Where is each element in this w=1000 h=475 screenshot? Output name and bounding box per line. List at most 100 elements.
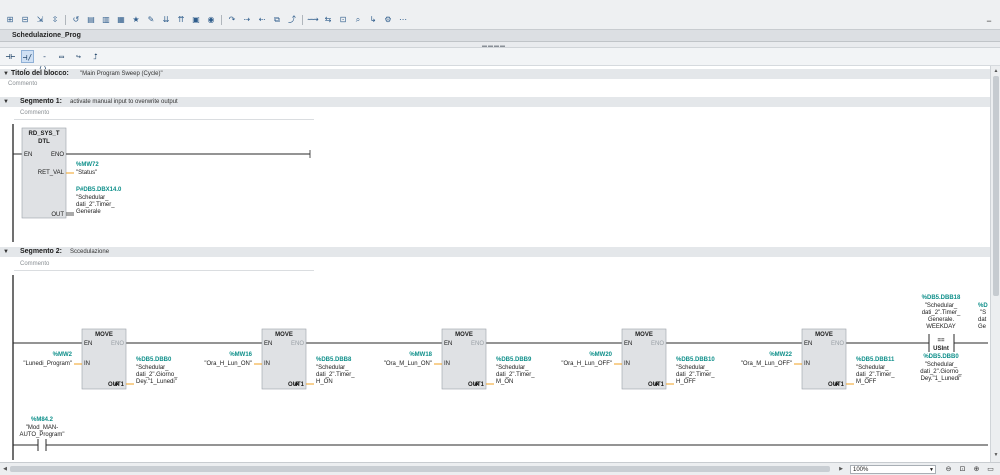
- star-icon: ✱: [654, 381, 659, 388]
- out-tag-line1[interactable]: "Schedular_: [676, 365, 709, 371]
- move-block-name: MOVE: [95, 332, 113, 338]
- contact-tag-line1[interactable]: "Mod_MAN-: [26, 425, 58, 431]
- out-tag-line2[interactable]: dati_2".Timer_: [316, 372, 355, 378]
- move-block-box[interactable]: [81, 328, 127, 390]
- compare-contact[interactable]: == USInt %DB5.DBB18 "Schedular_ dati_2".…: [920, 295, 988, 382]
- out-tag-line3[interactable]: H_ON: [316, 379, 333, 385]
- scroll-up-icon[interactable]: ▲: [993, 68, 999, 74]
- out-tag-line1[interactable]: "Schedular_: [76, 195, 109, 201]
- zoom-out-icon[interactable]: ⊖: [944, 465, 953, 474]
- in-tag[interactable]: "Ora_H_Lun_ON": [204, 361, 252, 367]
- contact-address[interactable]: %M84.2: [31, 417, 54, 423]
- move-block[interactable]: MOVE EN ENO IN OUT1 ✱ %MW22 "Ora_M_Lun_O…: [741, 328, 896, 390]
- move-block[interactable]: MOVE EN ENO IN OUT1 ✱ %MW2 "Lunedi_Progr…: [23, 328, 178, 390]
- out-tag-line2[interactable]: dati_2".Timer_: [676, 372, 715, 378]
- pin-in: IN: [264, 361, 270, 367]
- zoom-fit-icon[interactable]: ⊡: [958, 465, 967, 474]
- move-block-name: MOVE: [275, 332, 293, 338]
- scroll-left-icon[interactable]: ◀: [2, 466, 8, 472]
- pin-in: IN: [624, 361, 630, 367]
- out-tag-line3[interactable]: Dey."1_Lunedi": [136, 379, 177, 385]
- compare-top-tag-line2[interactable]: dati_2".Timer_: [922, 310, 961, 316]
- move-block[interactable]: MOVE EN ENO IN OUT1 ✱ %MW16 "Ora_H_Lun_O…: [204, 328, 355, 390]
- zoom-select[interactable]: 100% ▼: [850, 465, 936, 474]
- pin-en: EN: [24, 152, 32, 158]
- out-tag-line1[interactable]: "Schedular_: [496, 365, 529, 371]
- out-tag-line1[interactable]: "Schedular_: [136, 365, 169, 371]
- compare-top-tag-line1[interactable]: "Schedular_: [925, 303, 958, 309]
- move-block-box[interactable]: [801, 328, 847, 390]
- ret-val-tag[interactable]: "Status": [76, 170, 97, 176]
- chevron-down-icon[interactable]: ▼: [929, 466, 934, 474]
- scroll-right-icon[interactable]: ▶: [838, 466, 844, 472]
- compare-top-tag-line4[interactable]: WEEKDAY: [926, 324, 956, 330]
- in-tag[interactable]: "Ora_H_Lun_OFF": [561, 361, 612, 367]
- compare-bottom-tag-line3[interactable]: Dey."1_Lunedi": [921, 376, 962, 382]
- move-blocks: MOVE EN ENO IN OUT1 ✱ %MW2 "Lunedi_Progr…: [23, 328, 896, 390]
- in-tag[interactable]: "Ora_M_Lun_OFF": [741, 361, 792, 367]
- horizontal-scrollbar[interactable]: ◀ ▶ 100% ▼ ⊖ ⊡ ⊕ ▭: [0, 462, 1000, 475]
- pin-en: EN: [264, 341, 272, 347]
- move-block-name: MOVE: [455, 332, 473, 338]
- star-icon: ✱: [294, 381, 299, 388]
- pin-in: IN: [444, 361, 450, 367]
- pin-ret-val: RET_VAL: [38, 170, 65, 176]
- truncated-tag-line2[interactable]: dat: [978, 317, 987, 323]
- in-address[interactable]: %MW16: [229, 352, 252, 358]
- pin-eno: ENO: [831, 341, 844, 347]
- zoom-in-icon[interactable]: ⊕: [972, 465, 981, 474]
- block-name-line1: RD_SYS_T: [28, 131, 59, 137]
- in-address[interactable]: %MW2: [53, 352, 73, 358]
- pin-in: IN: [804, 361, 810, 367]
- scroll-down-icon[interactable]: ▼: [993, 452, 999, 458]
- out-tag-line2[interactable]: dati_2".Giorno_: [136, 372, 178, 378]
- pin-out: OUT: [51, 212, 64, 218]
- in-tag[interactable]: "Lunedi_Program": [23, 361, 72, 367]
- pin-in: IN: [84, 361, 90, 367]
- pin-eno: ENO: [651, 341, 664, 347]
- vertical-scrollbar[interactable]: ▲ ▼: [990, 66, 1000, 462]
- compare-top-address[interactable]: %DB5.DBB18: [922, 295, 961, 301]
- out-tag-line1[interactable]: "Schedular_: [316, 365, 349, 371]
- horizontal-scrollbar-thumb[interactable]: [10, 466, 830, 472]
- out-tag-line3[interactable]: H_OFF: [676, 379, 696, 385]
- out-tag-line2[interactable]: dati_2".Timer_: [856, 372, 895, 378]
- in-address[interactable]: %MW18: [409, 352, 432, 358]
- out-address[interactable]: %DB5.DBB9: [496, 357, 532, 363]
- pin-en: EN: [624, 341, 632, 347]
- pin-eno: ENO: [111, 341, 124, 347]
- move-block-box[interactable]: [441, 328, 487, 390]
- out-address[interactable]: %DB5.DBB10: [676, 357, 715, 363]
- move-block-box[interactable]: [261, 328, 307, 390]
- out-tag-line3[interactable]: M_OFF: [856, 379, 877, 385]
- in-tag[interactable]: "Ora_M_Lun_ON": [384, 361, 432, 367]
- star-icon: ✱: [474, 381, 479, 388]
- out-address[interactable]: %DB5.DBB11: [856, 357, 895, 363]
- ret-val-address[interactable]: %MW72: [76, 162, 99, 168]
- truncated-address[interactable]: %D: [978, 303, 988, 309]
- out-tag-line2[interactable]: dati_2".Timer_: [76, 202, 115, 208]
- zoom-window-icon[interactable]: ▭: [986, 465, 995, 474]
- contact-tag-line2[interactable]: AUTO_Program": [19, 432, 64, 438]
- scrollbar-thumb[interactable]: [993, 76, 999, 296]
- out-tag-line2[interactable]: dati_2".Timer_: [496, 372, 535, 378]
- truncated-tag-line3[interactable]: Ge: [978, 324, 987, 330]
- out-tag-line3[interactable]: Generale: [76, 209, 101, 215]
- move-block[interactable]: MOVE EN ENO IN OUT1 ✱ %MW20 "Ora_H_Lun_O…: [561, 328, 715, 390]
- out-tag-line1[interactable]: "Schedular_: [856, 365, 889, 371]
- star-icon: ✱: [114, 381, 119, 388]
- out-address[interactable]: %DB5.DBB8: [316, 357, 352, 363]
- truncated-tag-line1[interactable]: "S: [980, 310, 986, 316]
- compare-type[interactable]: USInt: [933, 346, 949, 352]
- in-address[interactable]: %MW22: [769, 352, 792, 358]
- compare-top-tag-line3[interactable]: Generale.: [928, 317, 955, 323]
- move-block[interactable]: MOVE EN ENO IN OUT1 ✱ %MW18 "Ora_M_Lun_O…: [384, 328, 536, 390]
- out-address[interactable]: P#DB5.DBX14.0: [76, 187, 122, 193]
- out-tag-line3[interactable]: M_ON: [496, 379, 513, 385]
- in-address[interactable]: %MW20: [589, 352, 612, 358]
- compare-bottom-tag-line1[interactable]: "Schedular_: [925, 362, 958, 368]
- compare-bottom-address[interactable]: %DB5.DBB0: [923, 354, 959, 360]
- out-address[interactable]: %DB5.DBB0: [136, 357, 172, 363]
- compare-bottom-tag-line2[interactable]: dati_2".Giorno_: [920, 369, 962, 375]
- move-block-box[interactable]: [621, 328, 667, 390]
